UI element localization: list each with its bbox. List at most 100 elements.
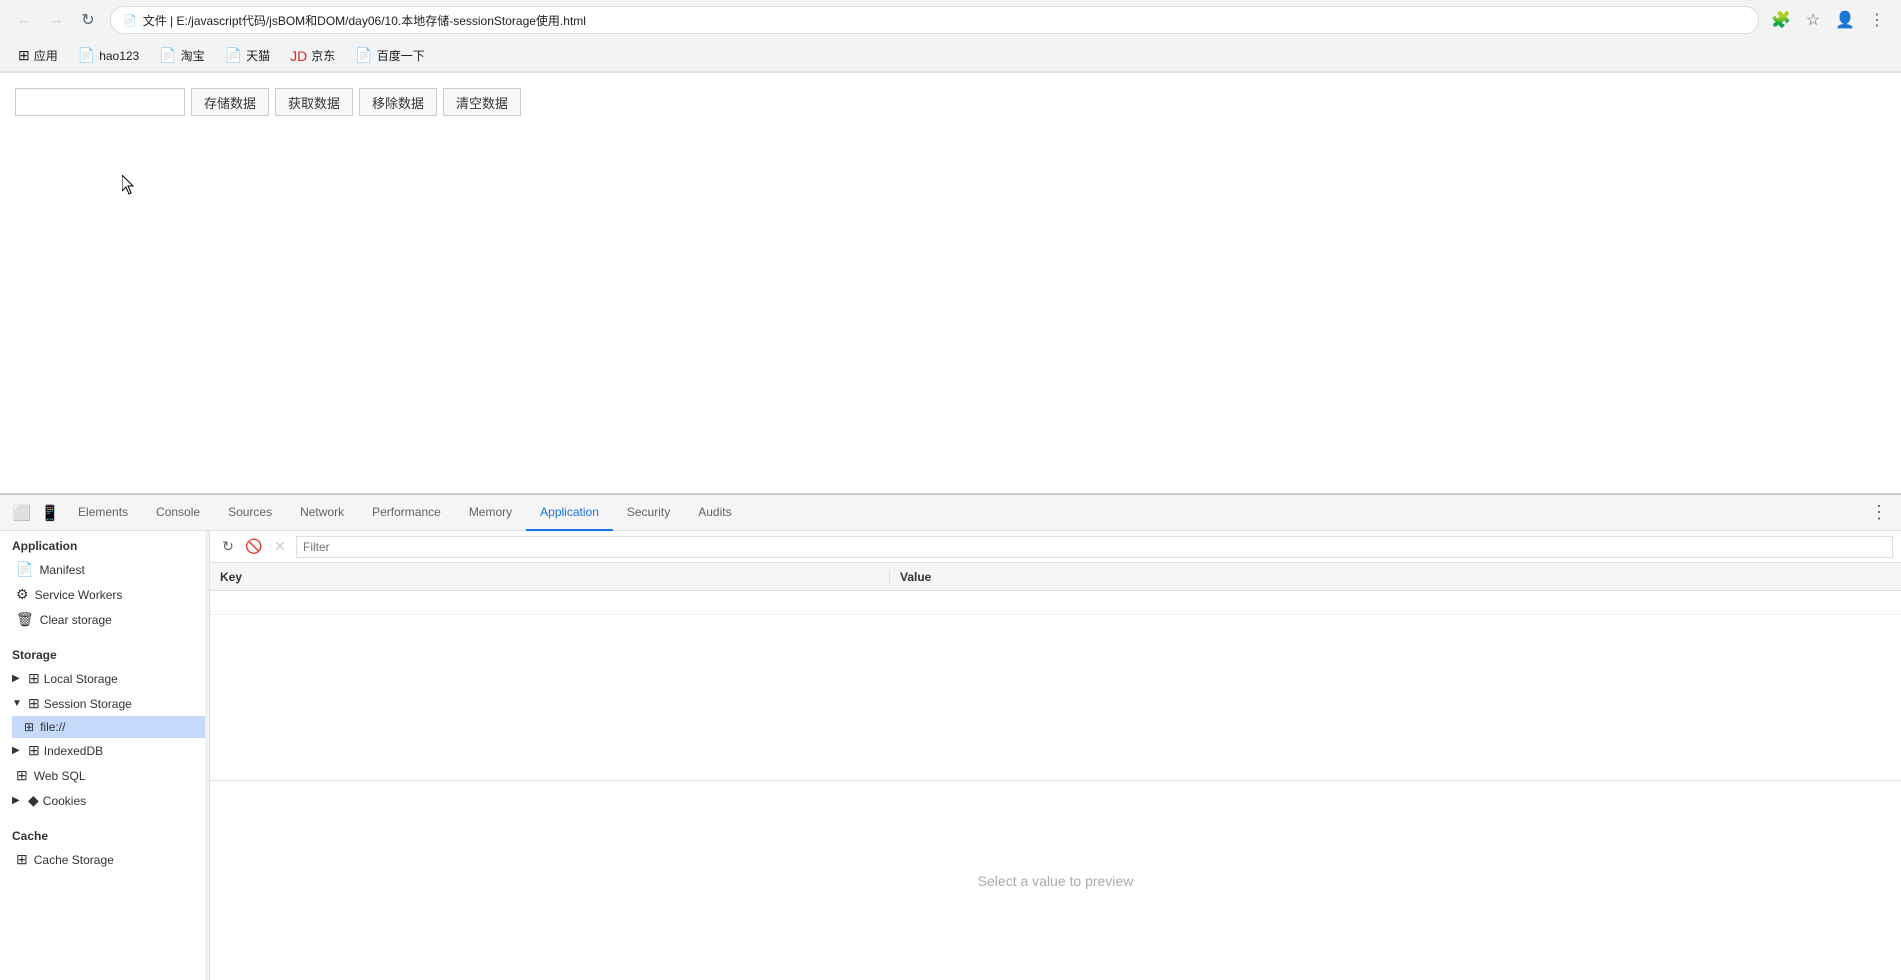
- reload-button[interactable]: ↻: [74, 6, 102, 34]
- bookmarks-bar: ⊞ 应用 📄 hao123 📄 淘宝 📄 天猫 JD 京东 📄 百度一下: [0, 40, 1901, 72]
- delete-selected-btn[interactable]: ✕: [270, 537, 290, 557]
- tab-sources[interactable]: Sources: [214, 495, 286, 531]
- page-content: 存储数据 获取数据 移除数据 清空数据: [0, 73, 1901, 493]
- sidebar-clear-storage-label: Clear storage: [40, 613, 112, 627]
- bookmark-taobao[interactable]: 📄 淘宝: [151, 44, 212, 67]
- sidebar-cookies-label: Cookies: [43, 794, 86, 808]
- tab-audits-label: Audits: [698, 505, 731, 519]
- filter-input[interactable]: [296, 536, 1893, 558]
- table-row[interactable]: [210, 591, 1901, 615]
- bookmark-jd[interactable]: JD 京东: [282, 44, 343, 67]
- bookmark-hao123[interactable]: 📄 hao123: [70, 44, 147, 67]
- bookmark-baidu[interactable]: 📄 百度一下: [347, 44, 432, 67]
- sidebar-item-manifest[interactable]: 📄 Manifest: [0, 557, 209, 582]
- sidebar-item-file[interactable]: ⊞ file://: [12, 716, 209, 738]
- get-data-button[interactable]: 获取数据: [275, 88, 353, 116]
- devtools-body: Application 📄 Manifest ⚙ Service Workers…: [0, 531, 1901, 980]
- bookmark-apps[interactable]: ⊞ 应用: [10, 44, 66, 67]
- file-storage-icon: ⊞: [24, 720, 34, 734]
- session-storage-children: ⊞ file://: [0, 716, 209, 738]
- sidebar-section-cache: Cache: [0, 821, 209, 847]
- taobao-icon: 📄: [159, 47, 176, 64]
- tab-audits[interactable]: Audits: [684, 495, 745, 531]
- manifest-icon: 📄: [16, 561, 33, 578]
- tab-performance[interactable]: Performance: [358, 495, 455, 531]
- sidebar-file-label: file://: [40, 720, 65, 734]
- tab-performance-label: Performance: [372, 505, 441, 519]
- tab-security-label: Security: [627, 505, 670, 519]
- tab-security[interactable]: Security: [613, 495, 684, 531]
- devtools-sidebar: Application 📄 Manifest ⚙ Service Workers…: [0, 531, 210, 980]
- table-area: Key Value: [210, 563, 1901, 780]
- browser-actions: 🧩 ☆ 👤 ⋮: [1767, 6, 1891, 34]
- cookies-icon: ◆: [28, 792, 39, 809]
- tab-network[interactable]: Network: [286, 495, 358, 531]
- session-storage-icon: ⊞: [28, 695, 40, 712]
- sidebar-group-session-storage[interactable]: ▼ ⊞ Session Storage: [0, 691, 209, 716]
- remove-data-button[interactable]: 移除数据: [359, 88, 437, 116]
- websql-icon: ⊞: [16, 767, 28, 784]
- table-header-value: Value: [890, 570, 1901, 584]
- tmall-icon: 📄: [225, 47, 242, 64]
- sidebar-local-storage-label: Local Storage: [44, 672, 118, 686]
- tab-console[interactable]: Console: [142, 495, 214, 531]
- apps-icon: ⊞: [18, 47, 30, 64]
- extension-btn[interactable]: 🧩: [1767, 6, 1795, 34]
- cache-section: Cache ⊞ Cache Storage: [0, 821, 209, 872]
- sidebar-item-websql[interactable]: ⊞ Web SQL: [0, 763, 209, 788]
- tab-network-label: Network: [300, 505, 344, 519]
- bookmark-hao123-label: hao123: [99, 49, 139, 63]
- forward-button[interactable]: →: [42, 6, 70, 34]
- table-body: [210, 591, 1901, 780]
- profile-btn[interactable]: 👤: [1831, 6, 1859, 34]
- sidebar-manifest-label: Manifest: [39, 563, 84, 577]
- devtools-tabs: ⬜ 📱 Elements Console Sources Network Per…: [0, 495, 1901, 531]
- favorites-btn[interactable]: ☆: [1799, 6, 1827, 34]
- menu-btn[interactable]: ⋮: [1863, 6, 1891, 34]
- sidebar-item-service-workers[interactable]: ⚙ Service Workers: [0, 582, 209, 607]
- tab-application[interactable]: Application: [526, 495, 613, 531]
- sidebar-websql-label: Web SQL: [34, 769, 86, 783]
- clear-all-btn[interactable]: 🚫: [244, 537, 264, 557]
- sidebar-indexeddb-label: IndexedDB: [44, 744, 103, 758]
- sidebar-group-indexeddb[interactable]: ▶ ⊞ IndexedDB: [0, 738, 209, 763]
- tab-memory[interactable]: Memory: [455, 495, 526, 531]
- main-panel: ↻ 🚫 ✕ Key Value: [210, 531, 1901, 980]
- bookmark-tmall[interactable]: 📄 天猫: [217, 44, 278, 67]
- back-button[interactable]: ←: [10, 6, 38, 34]
- clear-storage-icon: 🗑: [16, 611, 34, 628]
- page-controls: 存储数据 获取数据 移除数据 清空数据: [15, 88, 1886, 116]
- bookmark-taobao-label: 淘宝: [181, 47, 205, 64]
- sidebar-scrollbar[interactable]: [205, 531, 209, 980]
- sidebar-group-local-storage[interactable]: ▶ ⊞ Local Storage: [0, 666, 209, 691]
- bookmark-apps-label: 应用: [34, 47, 58, 64]
- tab-application-label: Application: [540, 505, 599, 519]
- storage-section: Storage ▶ ⊞ Local Storage ▼ ⊞ Session St…: [0, 640, 209, 813]
- title-bar: ← → ↻ 📄 文件 | E:/javascript代码/jsBOM和DOM/d…: [0, 0, 1901, 40]
- file-icon: 📄: [123, 14, 137, 27]
- refresh-storage-btn[interactable]: ↻: [218, 537, 238, 557]
- indexeddb-icon: ⊞: [28, 742, 40, 759]
- inspect-element-btn[interactable]: ⬜: [8, 499, 36, 527]
- device-toolbar-btn[interactable]: 📱: [36, 499, 64, 527]
- tab-elements[interactable]: Elements: [64, 495, 142, 531]
- baidu-icon: 📄: [355, 47, 372, 64]
- sidebar-item-cache-storage[interactable]: ⊞ Cache Storage: [0, 847, 209, 872]
- session-storage-chevron: ▼: [12, 698, 24, 709]
- data-input[interactable]: [15, 88, 185, 116]
- more-tabs-btn[interactable]: ⋮: [1865, 499, 1893, 527]
- address-bar[interactable]: 📄 文件 | E:/javascript代码/jsBOM和DOM/day06/1…: [110, 6, 1759, 34]
- tab-console-label: Console: [156, 505, 200, 519]
- sidebar-service-workers-label: Service Workers: [35, 588, 123, 602]
- address-text: 文件 | E:/javascript代码/jsBOM和DOM/day06/10.…: [143, 12, 586, 29]
- local-storage-chevron: ▶: [12, 673, 24, 684]
- sidebar-group-cookies[interactable]: ▶ ◆ Cookies: [0, 788, 209, 813]
- store-data-button[interactable]: 存储数据: [191, 88, 269, 116]
- sidebar-cache-storage-label: Cache Storage: [34, 853, 114, 867]
- browser-chrome: ← → ↻ 📄 文件 | E:/javascript代码/jsBOM和DOM/d…: [0, 0, 1901, 73]
- bookmark-baidu-label: 百度一下: [377, 47, 425, 64]
- clear-data-button[interactable]: 清空数据: [443, 88, 521, 116]
- preview-text: Select a value to preview: [978, 873, 1134, 889]
- sidebar-item-clear-storage[interactable]: 🗑 Clear storage: [0, 607, 209, 632]
- tab-elements-label: Elements: [78, 505, 128, 519]
